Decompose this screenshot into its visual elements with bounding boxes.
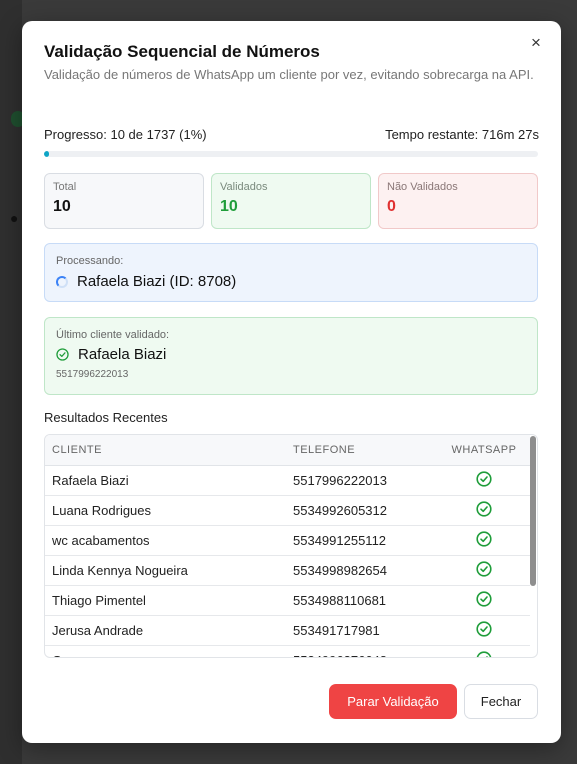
last-validated-label: Último cliente validado: [56,329,170,341]
cell-client: Linda Kennya Nogueira [45,555,286,586]
processing-label: Processando: [56,255,124,267]
cell-client: Jerusa Andrade [45,615,286,646]
cell-whatsapp [438,585,530,616]
table-row[interactable]: Linda Kennya Nogueira 5534998982654 [45,555,530,586]
progress-label: Progresso: 10 de 1737 (1%) [44,127,207,142]
stat-validated-card: Validados 10 [211,173,371,229]
check-circle-icon [476,590,492,610]
table-row[interactable]: Luana Rodrigues 5534992605312 [45,495,530,526]
cell-whatsapp [438,525,530,556]
results-table-container[interactable]: CLIENTE TELEFONE WHATSAPP Rafaela Biazi 5… [44,434,538,658]
processing-panel: Processando: Rafaela Biazi (ID: 8708) [44,243,538,302]
stat-total-card: Total 10 [44,173,204,229]
close-icon[interactable]: × [528,34,544,51]
table-scrollbar[interactable] [530,436,536,586]
cell-phone: 5534991255112 [286,525,438,556]
cell-client: Rafaela Biazi [45,465,286,496]
stat-total-label: Total [53,181,77,193]
stat-not-validated-value: 0 [387,198,396,215]
stat-not-validated-card: Não Validados 0 [378,173,538,229]
column-header-client: CLIENTE [45,435,286,466]
cell-phone: 5534988110681 [286,585,438,616]
stat-validated-label: Validados [220,181,268,193]
column-header-phone: TELEFONE [286,435,438,466]
check-circle-icon [56,348,69,361]
last-validated-phone: 5517996222013 [56,369,129,380]
table-header-row: CLIENTE TELEFONE WHATSAPP [45,435,530,466]
cell-client: wc acabamentos [45,525,286,556]
cell-phone: 5534992605312 [286,495,438,526]
cell-whatsapp [438,645,530,657]
table-row[interactable]: Rafaela Biazi 5517996222013 [45,465,530,496]
spinner-icon [56,275,68,288]
stat-not-validated-label: Não Validados [387,181,458,193]
processing-client: Rafaela Biazi (ID: 8708) [77,273,237,290]
last-validated-name: Rafaela Biazi [78,346,167,363]
time-remaining: Tempo restante: 716m 27s [385,127,539,142]
check-circle-icon [476,650,492,657]
stat-total-value: 10 [53,198,71,215]
table-row[interactable]: Geovanna5534996376648 [45,645,530,657]
progress-bar [44,151,538,157]
cell-phone: 5517996222013 [286,465,438,496]
check-circle-icon [476,620,492,640]
cell-client: Geovanna [45,645,286,657]
stop-validation-button[interactable]: Parar Validação [329,684,457,719]
cell-whatsapp [438,615,530,646]
progress-bar-fill [44,151,49,157]
recent-results-title: Resultados Recentes [44,410,168,425]
cell-phone: 5534996376648 [286,645,438,657]
cell-client: Thiago Pimentel [45,585,286,616]
column-header-whatsapp: WHATSAPP [438,435,530,466]
check-circle-icon [476,470,492,490]
last-validated-panel: Último cliente validado: Rafaela Biazi 5… [44,317,538,395]
table-row[interactable]: Jerusa Andrade 553491717981 [45,615,530,646]
check-circle-icon [476,530,492,550]
cell-whatsapp [438,465,530,496]
modal-title: Validação Sequencial de Números [44,42,320,61]
validation-modal: × Validação Sequencial de Números Valida… [22,21,561,743]
modal-subtitle: Validação de números de WhatsApp um clie… [44,67,534,82]
check-circle-icon [476,500,492,520]
cell-whatsapp [438,495,530,526]
cell-phone: 553491717981 [286,615,438,646]
cell-phone: 5534998982654 [286,555,438,586]
table-row[interactable]: Thiago Pimentel 5534988110681 [45,585,530,616]
background-globe-icon: ● [10,210,19,226]
table-row[interactable]: wc acabamentos 5534991255112 [45,525,530,556]
cell-whatsapp [438,555,530,586]
check-circle-icon [476,560,492,580]
cell-client: Luana Rodrigues [45,495,286,526]
results-table: CLIENTE TELEFONE WHATSAPP Rafaela Biazi 5… [45,435,530,657]
stat-validated-value: 10 [220,198,238,215]
close-button[interactable]: Fechar [464,684,538,719]
